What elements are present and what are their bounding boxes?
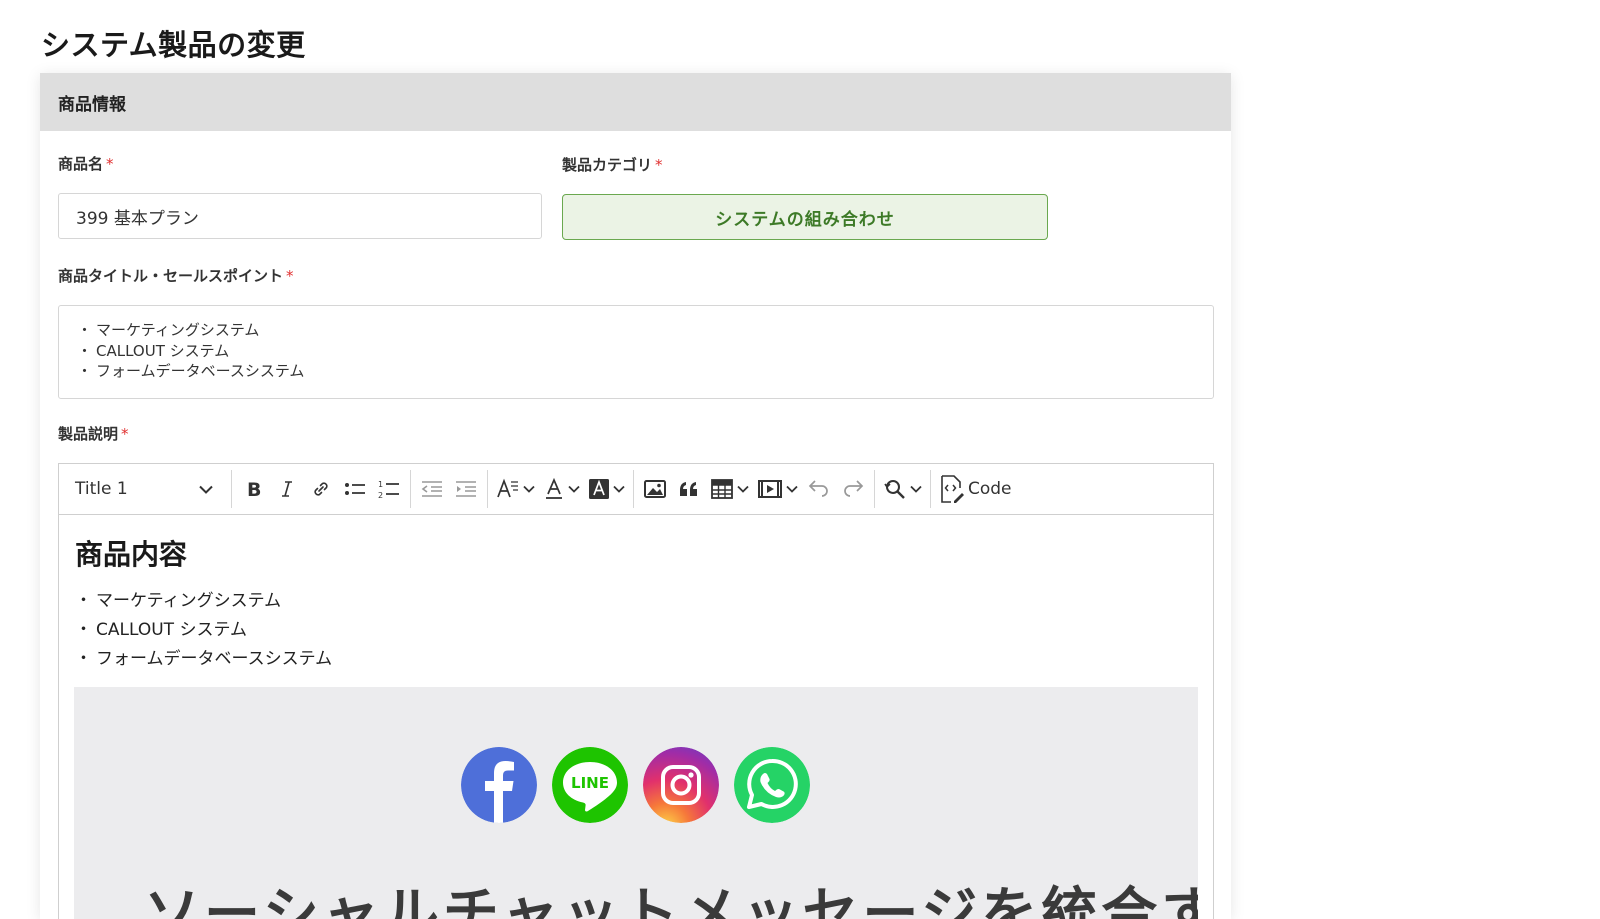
link-icon bbox=[310, 478, 332, 500]
blockquote-button[interactable] bbox=[672, 471, 706, 507]
insert-table-dropdown[interactable] bbox=[706, 471, 753, 507]
table-icon bbox=[710, 478, 734, 500]
editor-toolbar: Title 1 B 12 Code bbox=[59, 464, 1213, 515]
outdent-icon bbox=[420, 479, 444, 499]
card-header: 商品情報 bbox=[40, 73, 1231, 131]
indent-button[interactable] bbox=[449, 471, 483, 507]
find-replace-dropdown[interactable] bbox=[879, 471, 926, 507]
banner-headline: ソーシャルチャットメッセージを統合する bbox=[144, 882, 1198, 919]
chevron-down-icon bbox=[737, 485, 749, 493]
product-name-label-text: 商品名 bbox=[58, 155, 104, 173]
instagram-icon bbox=[643, 747, 719, 823]
list-item: CALLOUT システム bbox=[77, 341, 1195, 362]
list-item: フォームデータベースシステム bbox=[75, 645, 1197, 674]
category-label: 製品カテゴリ * bbox=[562, 154, 663, 175]
title-points-label-text: 商品タイトル・セールスポイント bbox=[58, 267, 284, 285]
required-mark: * bbox=[286, 267, 294, 285]
svg-text:B: B bbox=[247, 479, 261, 499]
description-label: 製品説明 * bbox=[58, 423, 129, 444]
chevron-down-icon bbox=[199, 479, 213, 499]
heading-select[interactable]: Title 1 bbox=[59, 464, 227, 514]
redo-icon bbox=[841, 479, 865, 499]
editor-content[interactable]: 商品内容 マーケティングシステム CALLOUT システム フォームデータベース… bbox=[59, 515, 1213, 674]
bulleted-list-button[interactable] bbox=[338, 471, 372, 507]
link-button[interactable] bbox=[304, 471, 338, 507]
chevron-down-icon bbox=[910, 485, 922, 493]
svg-text:LINE: LINE bbox=[571, 774, 609, 792]
font-background-icon bbox=[588, 478, 610, 500]
font-background-dropdown[interactable] bbox=[584, 471, 629, 507]
product-name-value: 399 基本プラン bbox=[76, 208, 199, 229]
bold-icon: B bbox=[243, 479, 263, 499]
toolbar-separator bbox=[487, 470, 488, 508]
title-points-label: 商品タイトル・セールスポイント * bbox=[58, 265, 294, 286]
social-banner-image: LINE ソーシャルチャットメッセージを統合する bbox=[74, 687, 1198, 919]
source-code-button[interactable]: Code bbox=[935, 471, 1016, 507]
svg-text:2: 2 bbox=[378, 491, 383, 500]
italic-button[interactable] bbox=[270, 471, 304, 507]
content-heading: 商品内容 bbox=[75, 538, 188, 571]
list-item: CALLOUT システム bbox=[75, 616, 1197, 645]
media-icon bbox=[757, 478, 783, 500]
blockquote-icon bbox=[677, 479, 701, 499]
chevron-down-icon bbox=[786, 485, 798, 493]
facebook-icon bbox=[461, 747, 537, 823]
required-mark: * bbox=[121, 425, 129, 443]
list-item: マーケティングシステム bbox=[75, 587, 1197, 616]
svg-text:1: 1 bbox=[378, 480, 383, 489]
font-size-dropdown[interactable] bbox=[492, 471, 539, 507]
toolbar-separator bbox=[930, 470, 931, 508]
insert-media-dropdown[interactable] bbox=[753, 471, 802, 507]
required-mark: * bbox=[106, 155, 114, 173]
source-code-icon bbox=[939, 474, 965, 504]
list-item: フォームデータベースシステム bbox=[77, 361, 1195, 382]
description-label-text: 製品説明 bbox=[58, 425, 119, 443]
required-mark: * bbox=[655, 156, 663, 174]
numbered-list-button[interactable]: 12 bbox=[372, 471, 406, 507]
find-replace-icon bbox=[883, 478, 907, 500]
social-icons-row: LINE bbox=[461, 747, 810, 823]
heading-select-value: Title 1 bbox=[75, 479, 128, 499]
product-name-input[interactable]: 399 基本プラン bbox=[58, 193, 542, 239]
outdent-button[interactable] bbox=[415, 471, 449, 507]
undo-icon bbox=[807, 479, 831, 499]
title-points-textarea[interactable]: マーケティングシステム CALLOUT システム フォームデータベースシステム bbox=[58, 305, 1214, 399]
undo-button[interactable] bbox=[802, 471, 836, 507]
code-label: Code bbox=[968, 479, 1012, 499]
chevron-down-icon bbox=[523, 485, 535, 493]
title-points-list: マーケティングシステム CALLOUT システム フォームデータベースシステム bbox=[77, 320, 1195, 382]
font-color-dropdown[interactable] bbox=[539, 471, 584, 507]
italic-icon bbox=[277, 479, 297, 499]
font-color-icon bbox=[543, 478, 565, 500]
font-size-icon bbox=[496, 478, 520, 500]
category-button[interactable]: システムの組み合わせ bbox=[562, 194, 1048, 240]
product-name-label: 商品名 * bbox=[58, 153, 114, 174]
chevron-down-icon bbox=[568, 485, 580, 493]
image-icon bbox=[643, 479, 667, 499]
toolbar-separator bbox=[410, 470, 411, 508]
toolbar-separator bbox=[231, 470, 232, 508]
redo-button[interactable] bbox=[836, 471, 870, 507]
whatsapp-icon bbox=[734, 747, 810, 823]
list-item: マーケティングシステム bbox=[77, 320, 1195, 341]
insert-image-button[interactable] bbox=[638, 471, 672, 507]
page-title: システム製品の変更 bbox=[41, 28, 306, 62]
toolbar-separator bbox=[874, 470, 875, 508]
indent-icon bbox=[454, 479, 478, 499]
rich-text-editor: Title 1 B 12 Code 商品内容 ・ マーケティングシステム ・ C… bbox=[58, 463, 1214, 919]
bulleted-list-icon bbox=[343, 479, 367, 499]
bold-button[interactable]: B bbox=[236, 471, 270, 507]
line-icon: LINE bbox=[552, 747, 628, 823]
product-info-card: 商品情報 商品名 * 399 基本プラン 製品カテゴリ * システムの組み合わせ 商… bbox=[40, 73, 1231, 919]
content-list: マーケティングシステム CALLOUT システム フォームデータベースシステム bbox=[75, 587, 1197, 674]
category-label-text: 製品カテゴリ bbox=[562, 156, 653, 174]
numbered-list-icon: 12 bbox=[377, 478, 401, 500]
toolbar-separator bbox=[633, 470, 634, 508]
chevron-down-icon bbox=[613, 485, 625, 493]
